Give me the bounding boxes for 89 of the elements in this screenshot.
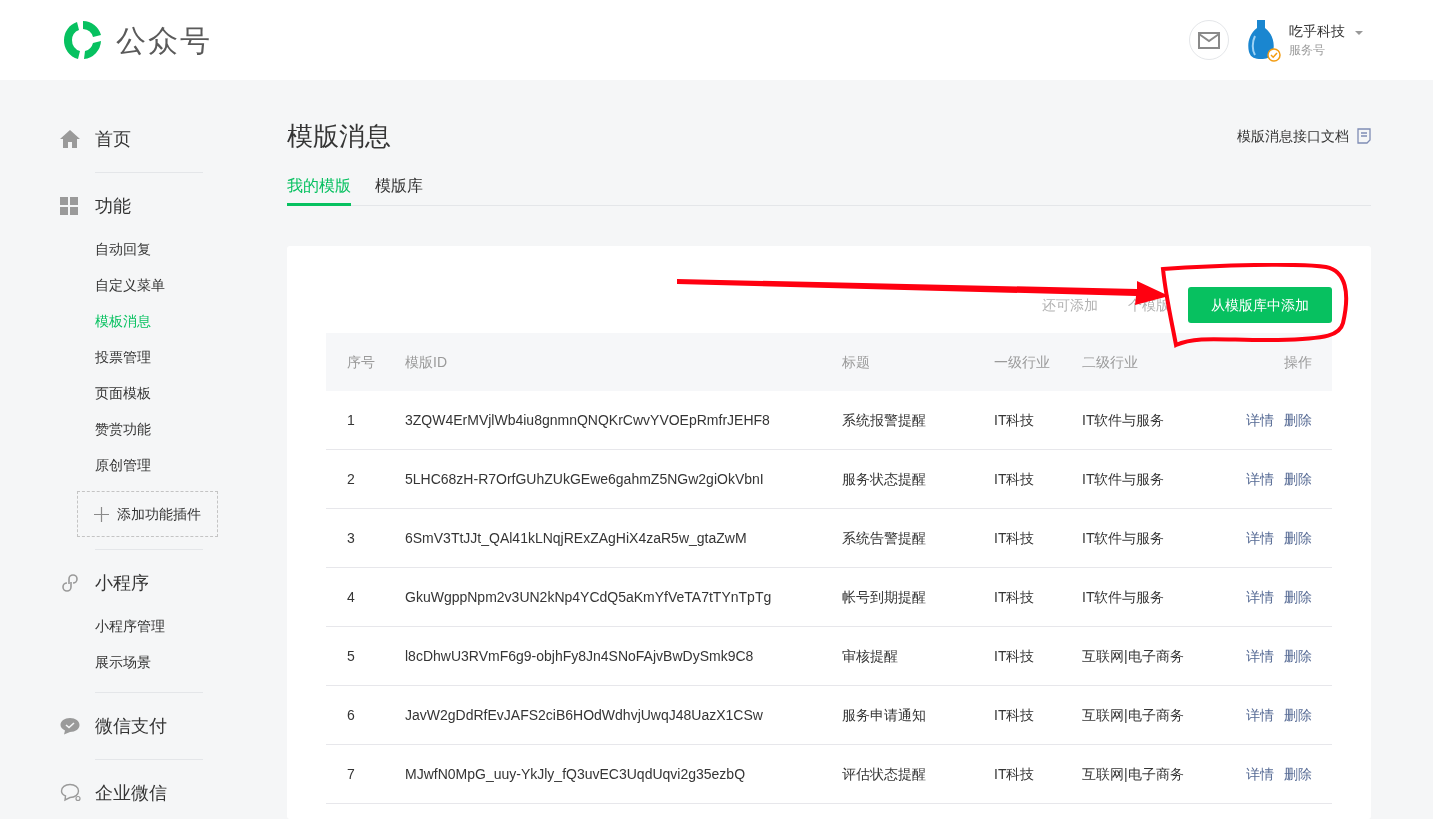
row-action-link[interactable]: 详情	[1246, 763, 1274, 785]
row-action-link[interactable]: 删除	[1284, 409, 1312, 431]
table-cell-text: 5	[347, 646, 355, 666]
account-avatar[interactable]	[1247, 20, 1279, 60]
nav-section-label: 企业微信	[95, 781, 167, 805]
table-cell-text: 评估状态提醒	[842, 764, 926, 784]
grid-icon	[60, 197, 78, 215]
table-cell-text: 1	[347, 410, 355, 430]
table-cell-text: IT科技	[994, 705, 1035, 725]
table-cell-text: 3	[347, 528, 355, 548]
nav-item[interactable]: 投票管理	[95, 339, 227, 375]
table-cell-text: 互联网|电子商务	[1082, 705, 1184, 725]
table-cell-text: GkuWgppNpm2v3UN2kNp4YCdQ5aKmYfVeTA7tTYnTpTg	[405, 587, 772, 607]
table-cell-text: 服务申请通知	[842, 705, 926, 725]
row-action-link[interactable]: 删除	[1284, 645, 1312, 667]
column-header: 模版ID	[405, 352, 447, 372]
caret-icon[interactable]	[1355, 31, 1363, 35]
quota-hint: 还可添加	[1042, 295, 1098, 315]
logo-icon	[62, 19, 104, 61]
table-cell-text: 5LHC68zH-R7OrfGUhZUkGEwe6gahmZ5NGw2giOkVbnI	[405, 469, 764, 489]
table-cell-text: 3ZQW4ErMVjlWb4iu8gnmnQNQKrCwvYVOEpRmfrJEHF8	[405, 410, 770, 430]
tab[interactable]: 模版库	[375, 168, 423, 206]
nav-section-item[interactable]: 企业微信	[60, 760, 227, 819]
page-title: 模版消息	[287, 119, 391, 153]
table-cell-text: 服务状态提醒	[842, 469, 926, 489]
nav-item[interactable]: 赞赏功能	[95, 411, 227, 447]
table-cell-text: 审核提醒	[842, 646, 898, 666]
row-action-link[interactable]: 详情	[1246, 409, 1274, 431]
table-cell-text: IT软件与服务	[1082, 528, 1165, 548]
table-cell-text: 2	[347, 469, 355, 489]
column-header: 操作	[1284, 352, 1312, 372]
row-action-link[interactable]: 详情	[1246, 586, 1274, 608]
nav-section-label: 功能	[95, 194, 131, 218]
row-action-link[interactable]: 详情	[1246, 527, 1274, 549]
row-action-link[interactable]: 删除	[1284, 763, 1312, 785]
row-action-link[interactable]: 详情	[1246, 645, 1274, 667]
table-cell-text: 互联网|电子商务	[1082, 764, 1184, 784]
table-cell-text: 系统报警提醒	[842, 410, 926, 430]
chat-icon	[60, 783, 82, 803]
nav-item[interactable]: 自定义菜单	[95, 267, 227, 303]
chat-bubble-icon	[60, 717, 80, 735]
nav-item[interactable]: 展示场景	[95, 644, 227, 680]
column-header: 序号	[347, 352, 375, 372]
nav-item[interactable]: 原创管理	[95, 447, 227, 483]
plus-icon	[94, 506, 109, 522]
table-cell-text: IT科技	[994, 646, 1035, 666]
nav-section-label: 首页	[95, 127, 131, 151]
table-cell-text: 6	[347, 705, 355, 725]
mail-icon	[1198, 31, 1220, 49]
column-header: 一级行业	[994, 352, 1050, 372]
table-cell-text: 系统告警提醒	[842, 528, 926, 548]
nav-section-label: 微信支付	[95, 714, 167, 738]
doc-link[interactable]: 模版消息接口文档	[1237, 125, 1371, 147]
column-header: 标题	[842, 352, 870, 372]
nav-section-item[interactable]: 首页	[60, 106, 227, 172]
table-cell-text: IT科技	[994, 410, 1035, 430]
table-cell-text: IT软件与服务	[1082, 587, 1165, 607]
table-cell-text: IT软件与服务	[1082, 410, 1165, 430]
table-cell-text: IT科技	[994, 469, 1035, 489]
add-plugin-button[interactable]: 添加功能插件	[77, 491, 218, 537]
table-cell-text: IT软件与服务	[1082, 469, 1165, 489]
nav-item[interactable]: 页面模板	[95, 375, 227, 411]
verified-badge-icon	[1267, 48, 1281, 62]
table-cell-text: MJwfN0MpG_uuy-YkJly_fQ3uvEC3UqdUqvi2g35ezbQ	[405, 764, 746, 784]
table-cell-text: IT科技	[994, 528, 1035, 548]
row-action-link[interactable]: 详情	[1246, 468, 1274, 490]
table-cell-text: IT科技	[994, 587, 1035, 607]
home-icon	[60, 130, 80, 148]
table-cell-text: 7	[347, 764, 355, 784]
account-name: 吃乎科技	[1289, 22, 1345, 41]
row-action-link[interactable]: 删除	[1284, 527, 1312, 549]
table-cell-text: 6SmV3TtJJt_QAl41kLNqjRExZAgHiX4zaR5w_gtaZwM	[405, 528, 747, 548]
table-cell-text: 互联网|电子商务	[1082, 646, 1184, 666]
logo-text: 公众号	[116, 22, 212, 59]
table-cell-text: JavW2gDdRfEvJAFS2ciB6HOdWdhvjUwqJ48UazX1CSw	[405, 705, 763, 725]
row-action-link[interactable]: 删除	[1284, 704, 1312, 726]
link-icon	[60, 573, 80, 593]
row-action-link[interactable]: 详情	[1246, 704, 1274, 726]
table-cell-text: l8cDhwU3RVmF6g9-objhFy8Jn4SNoFAjvBwDySmk9C8	[405, 646, 754, 666]
account-type: 服务号	[1289, 42, 1326, 59]
table-cell-text: IT科技	[994, 764, 1035, 784]
table-cell-text: 4	[347, 587, 355, 607]
nav-section-item[interactable]: 微信支付	[60, 693, 227, 759]
column-header: 二级行业	[1082, 352, 1138, 372]
row-action-link[interactable]: 删除	[1284, 468, 1312, 490]
document-icon	[1357, 128, 1371, 144]
table-cell-text: 帐号到期提醒	[842, 587, 926, 607]
nav-section-label: 小程序	[95, 571, 149, 595]
row-action-link[interactable]: 删除	[1284, 586, 1312, 608]
